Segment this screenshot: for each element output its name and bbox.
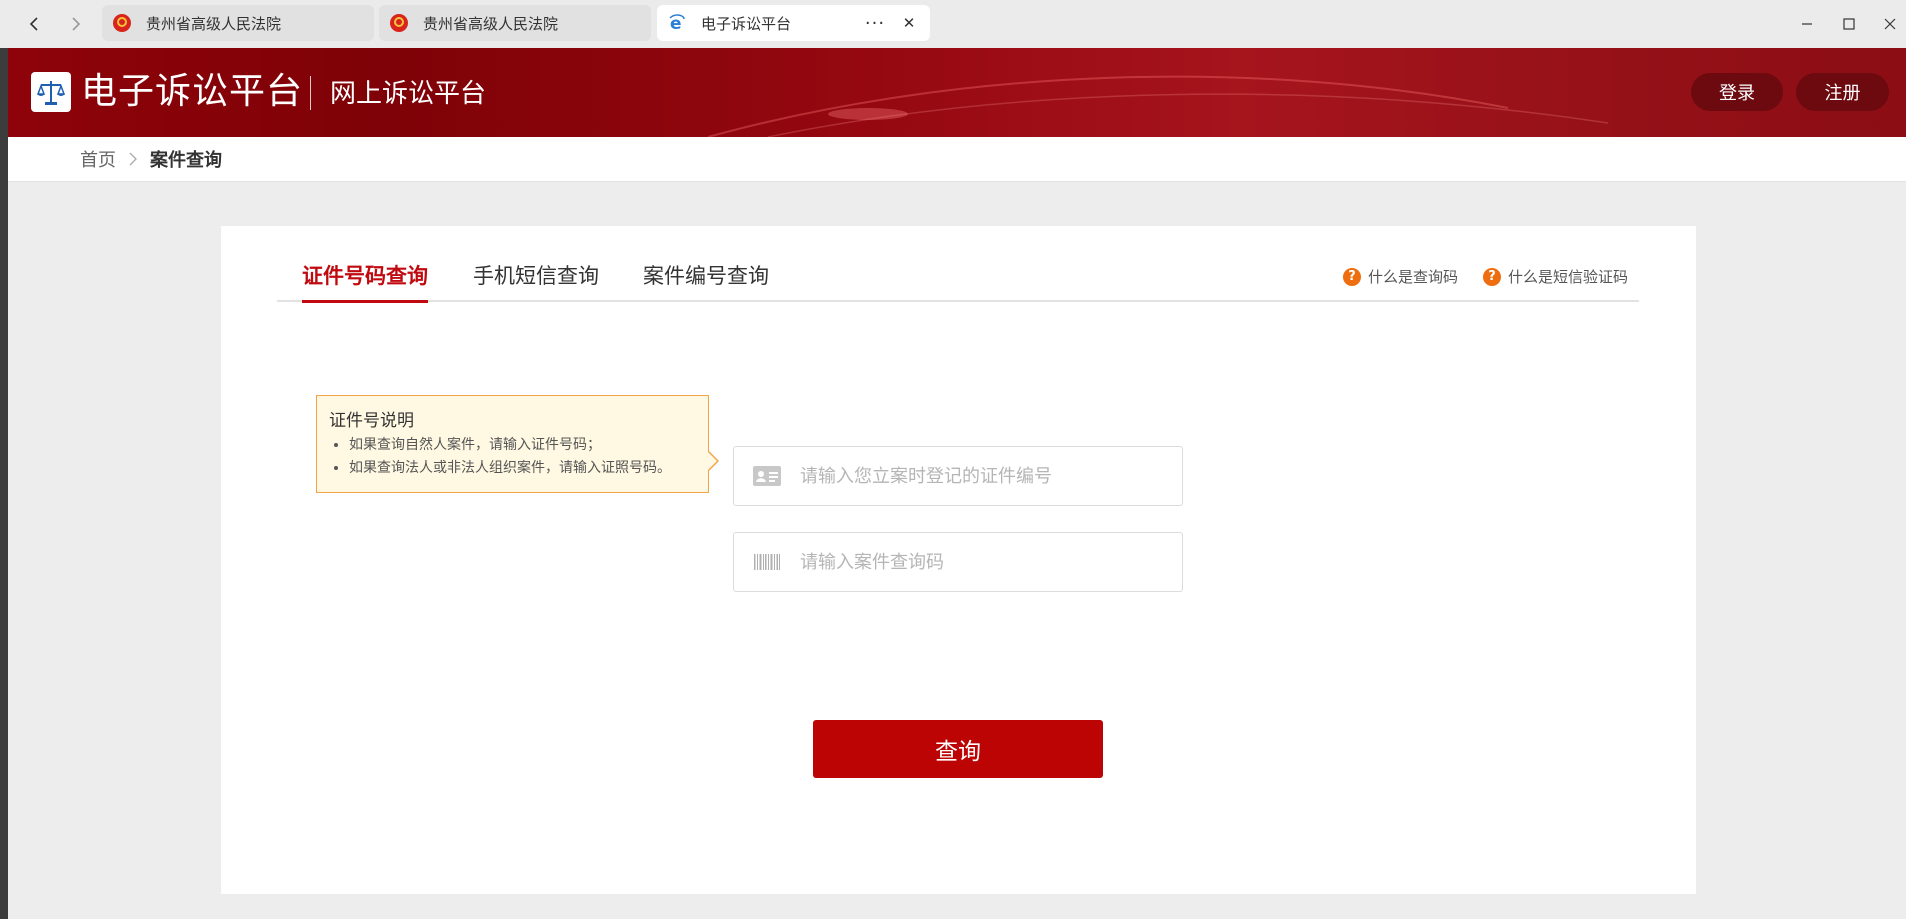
breadcrumb-current: 案件查询 [150, 150, 222, 171]
barcode-icon [754, 554, 780, 570]
question-icon: ? [1483, 267, 1501, 286]
site-logo[interactable] [31, 72, 71, 112]
browser-tab-2[interactable]: 贵州省高级人民法院 [379, 5, 651, 41]
query-code-field[interactable] [733, 532, 1183, 592]
court-emblem-icon [113, 14, 131, 32]
page-viewport: 电子诉讼平台 网上诉讼平台 登录 注册 首页 案件查询 证件号码查询 手机短信查… [8, 48, 1906, 919]
close-icon [1884, 18, 1896, 30]
question-icon: ? [1343, 267, 1361, 286]
help-link-label: 什么是查询码 [1368, 268, 1459, 286]
browser-titlebar: 贵州省高级人民法院 贵州省高级人民法院 e 电子诉讼平台 ··· ✕ [0, 0, 1906, 48]
window-close-button[interactable] [1876, 10, 1904, 38]
site-header: 电子诉讼平台 网上诉讼平台 登录 注册 [8, 48, 1906, 137]
tab-more-icon[interactable]: ··· [864, 13, 886, 34]
header-divider [310, 76, 311, 110]
maximize-icon [1843, 18, 1855, 30]
tooltip-arrow-fill [708, 452, 717, 470]
query-code-input[interactable] [798, 550, 1182, 574]
id-card-icon [753, 466, 781, 486]
query-card: 证件号码查询 手机短信查询 案件编号查询 ? 什么是查询码 ? 什么是短信验证码… [221, 226, 1696, 894]
query-button[interactable]: 查询 [813, 720, 1103, 778]
help-link-query-code[interactable]: ? 什么是查询码 [1343, 266, 1458, 287]
browser-tab-3-active[interactable]: e 电子诉讼平台 ··· ✕ [657, 5, 930, 41]
site-subtitle: 网上诉讼平台 [330, 79, 487, 109]
id-number-input[interactable] [798, 464, 1182, 488]
breadcrumb-bar: 首页 案件查询 [8, 137, 1906, 182]
id-number-field[interactable] [733, 446, 1183, 506]
tab-close-icon[interactable]: ✕ [898, 14, 920, 32]
maximize-button[interactable] [1835, 10, 1863, 38]
tab-case-number-query[interactable]: 案件编号查询 [643, 256, 769, 300]
tab-title: 贵州省高级人民法院 [423, 14, 559, 33]
breadcrumb: 首页 案件查询 [80, 137, 222, 181]
ie-browser-icon: e [669, 14, 685, 33]
minimize-icon [1802, 23, 1812, 25]
chevron-right-icon [129, 152, 137, 166]
back-button[interactable] [18, 8, 50, 40]
tooltip-title: 证件号说明 [329, 411, 414, 431]
query-tabs: 证件号码查询 手机短信查询 案件编号查询 ? 什么是查询码 ? 什么是短信验证码 [277, 256, 1639, 303]
scales-of-justice-icon [36, 81, 66, 105]
tab-sms-query[interactable]: 手机短信查询 [473, 256, 599, 300]
help-link-label: 什么是短信验证码 [1508, 268, 1629, 286]
forward-button[interactable] [60, 8, 92, 40]
tab-id-number-query[interactable]: 证件号码查询 [302, 256, 428, 303]
tab-title: 贵州省高级人民法院 [146, 14, 282, 33]
tooltip-list: 如果查询自然人案件，请输入证件号码； 如果查询法人或非法人组织案件，请输入证照号… [329, 434, 696, 480]
tooltip-item: 如果查询自然人案件，请输入证件号码； [349, 434, 696, 457]
breadcrumb-home[interactable]: 首页 [80, 146, 116, 172]
court-emblem-icon [390, 14, 408, 32]
help-link-sms-code[interactable]: ? 什么是短信验证码 [1483, 266, 1628, 287]
login-button[interactable]: 登录 [1691, 73, 1783, 111]
chevron-right-icon [72, 17, 81, 31]
browser-tab-1[interactable]: 贵州省高级人民法院 [102, 5, 374, 41]
site-name: 电子诉讼平台 [81, 71, 304, 112]
id-number-tooltip: 证件号说明 如果查询自然人案件，请输入证件号码； 如果查询法人或非法人组织案件，… [316, 395, 719, 493]
chevron-left-icon [29, 17, 38, 31]
minimize-button[interactable] [1793, 10, 1821, 38]
tab-title: 电子诉讼平台 [701, 14, 792, 33]
tooltip-item: 如果查询法人或非法人组织案件，请输入证照号码。 [349, 457, 696, 480]
register-button[interactable]: 注册 [1796, 73, 1889, 111]
